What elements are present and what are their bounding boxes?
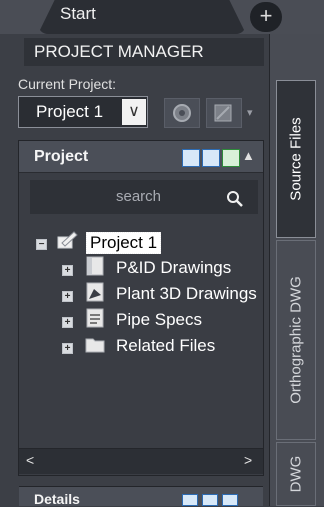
palette-title: PROJECT MANAGER xyxy=(24,38,264,66)
tab-orthographic-dwg[interactable]: Orthographic DWG xyxy=(276,240,316,440)
expand-toggle[interactable]: + xyxy=(62,265,73,276)
scroll-left-arrow[interactable]: < xyxy=(26,452,34,468)
tab-start-label[interactable]: Start xyxy=(60,4,96,24)
pipe-specs-icon xyxy=(86,308,104,328)
project-setup-icon xyxy=(173,104,191,122)
project-tools-button[interactable] xyxy=(206,98,242,128)
tree-item-related-files[interactable]: Related Files xyxy=(116,336,215,356)
tab-source-files-label: Source Files xyxy=(287,117,305,201)
tab-source-files[interactable]: Source Files xyxy=(276,80,316,238)
folder-icon xyxy=(85,338,105,353)
search-placeholder[interactable]: search xyxy=(116,188,161,205)
chevron-down-icon[interactable]: ∨ xyxy=(122,99,146,125)
tree-item-pid-drawings[interactable]: P&ID Drawings xyxy=(116,258,231,278)
project-properties-icon[interactable] xyxy=(182,149,200,167)
tree-item-plant-3d-drawings[interactable]: Plant 3D Drawings xyxy=(116,284,257,304)
details-action-icon[interactable] xyxy=(222,494,238,506)
search-icon[interactable] xyxy=(226,190,244,208)
project-panel-title: Project xyxy=(34,148,89,165)
project-tools-icon xyxy=(214,104,232,122)
expand-toggle[interactable]: + xyxy=(62,291,73,302)
details-action-icon[interactable] xyxy=(202,494,218,506)
pid-drawings-icon xyxy=(86,256,104,276)
plant3d-drawings-icon xyxy=(86,282,104,302)
refresh-icon[interactable] xyxy=(222,149,240,167)
tab-dwg[interactable]: DWG xyxy=(276,442,316,506)
collapse-toggle[interactable]: − xyxy=(36,239,47,250)
current-project-value[interactable]: Project 1 xyxy=(36,102,103,122)
project-icon xyxy=(57,231,78,249)
expand-toggle[interactable]: + xyxy=(62,343,73,354)
tree-item-project-1[interactable]: Project 1 xyxy=(86,232,162,254)
copy-icon[interactable] xyxy=(202,149,220,167)
collapse-panel-icon[interactable]: ▲ xyxy=(242,148,255,163)
tree-item-pipe-specs[interactable]: Pipe Specs xyxy=(116,310,202,330)
project-setup-button[interactable] xyxy=(164,98,200,128)
tools-dropdown-caret[interactable]: ▾ xyxy=(247,106,253,119)
current-project-label: Current Project: xyxy=(18,76,117,92)
tab-dwg-label: DWG xyxy=(287,455,305,493)
details-action-icon[interactable] xyxy=(182,494,198,506)
scroll-right-arrow[interactable]: > xyxy=(244,452,252,468)
horizontal-scrollbar[interactable] xyxy=(19,448,263,474)
new-tab-button[interactable]: + xyxy=(250,2,282,32)
expand-toggle[interactable]: + xyxy=(62,317,73,328)
details-panel-title: Details xyxy=(34,491,80,507)
tab-orthographic-dwg-label: Orthographic DWG xyxy=(287,276,305,404)
